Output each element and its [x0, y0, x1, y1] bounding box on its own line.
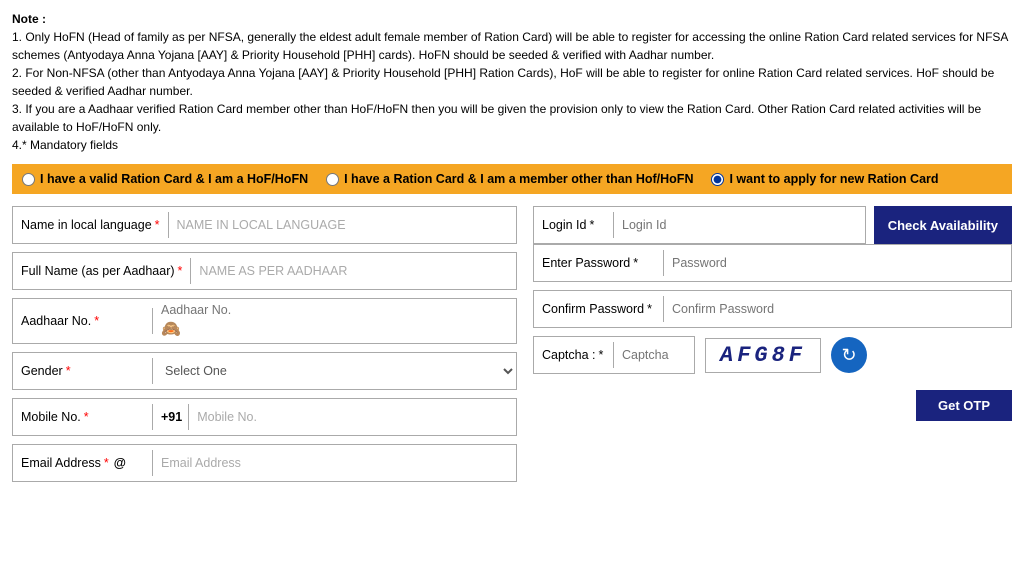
aadhaar-input[interactable]: [161, 303, 508, 317]
refresh-icon: ↻: [841, 345, 856, 366]
captcha-required: *: [599, 348, 604, 362]
password-row-wrapper: Enter Password *: [533, 244, 1012, 282]
captcha-input[interactable]: [614, 342, 694, 368]
gender-row: Gender * Select One Male Female Transgen…: [12, 352, 517, 390]
full-name-row: Full Name (as per Aadhaar) *: [12, 252, 517, 290]
password-input[interactable]: [664, 250, 1011, 276]
confirm-password-label: Confirm Password *: [534, 296, 664, 322]
confirm-password-required: *: [647, 302, 652, 316]
radio-input-3[interactable]: [711, 173, 724, 186]
confirm-password-row: Confirm Password *: [533, 290, 1012, 328]
at-icon: @: [114, 456, 126, 470]
email-required: *: [104, 456, 109, 470]
password-label: Enter Password *: [534, 250, 664, 276]
radio-input-1[interactable]: [22, 173, 35, 186]
note-point-4: 4.* Mandatory fields: [12, 138, 118, 152]
radio-option-2[interactable]: I have a Ration Card & I am a member oth…: [326, 172, 693, 186]
password-row: Enter Password *: [533, 244, 1012, 282]
note-title: Note :: [12, 12, 46, 26]
right-column: Login Id * Check Availability Enter Pass…: [533, 206, 1012, 490]
full-name-label: Full Name (as per Aadhaar) *: [13, 258, 191, 284]
radio-option-3[interactable]: I want to apply for new Ration Card: [711, 172, 938, 186]
captcha-label: Captcha : *: [534, 342, 614, 368]
name-local-input[interactable]: [169, 212, 516, 238]
login-required: *: [589, 218, 594, 232]
form-area: Name in local language * Full Name (as p…: [12, 206, 1012, 490]
login-label: Login Id *: [534, 212, 614, 238]
check-availability-button[interactable]: Check Availability: [874, 206, 1012, 244]
gender-required: *: [66, 364, 71, 378]
confirm-password-row-wrapper: Confirm Password *: [533, 290, 1012, 328]
full-name-input[interactable]: [191, 258, 516, 284]
aadhaar-required: *: [94, 314, 99, 328]
radio-input-2[interactable]: [326, 173, 339, 186]
name-local-label: Name in local language *: [13, 212, 169, 238]
note-section: Note : 1. Only HoFN (Head of family as p…: [12, 10, 1012, 154]
captcha-input-box: Captcha : *: [533, 336, 695, 374]
login-row: Login Id * Check Availability: [533, 206, 1012, 244]
radio-label-2: I have a Ration Card & I am a member oth…: [344, 172, 693, 186]
captcha-image: AFG8F: [705, 338, 821, 373]
eye-icon[interactable]: 🙈: [161, 319, 508, 339]
radio-option-1[interactable]: I have a valid Ration Card & I am a HoF/…: [22, 172, 308, 186]
gender-label: Gender *: [13, 358, 153, 384]
email-input[interactable]: [153, 450, 516, 476]
radio-bar: I have a valid Ration Card & I am a HoF/…: [12, 164, 1012, 194]
gender-select[interactable]: Select One Male Female Transgender: [153, 357, 516, 385]
password-required: *: [633, 256, 638, 270]
mobile-prefix: +91: [153, 404, 189, 430]
mobile-input[interactable]: [189, 404, 516, 430]
login-box: Login Id *: [533, 206, 866, 244]
email-label: Email Address * @: [13, 450, 153, 476]
radio-label-1: I have a valid Ration Card & I am a HoF/…: [40, 172, 308, 186]
radio-label-3: I want to apply for new Ration Card: [729, 172, 938, 186]
note-point-1: 1. Only HoFN (Head of family as per NFSA…: [12, 30, 1008, 62]
name-local-row: Name in local language *: [12, 206, 517, 244]
name-local-required: *: [155, 218, 160, 232]
left-column: Name in local language * Full Name (as p…: [12, 206, 517, 490]
get-otp-button[interactable]: Get OTP: [916, 390, 1012, 421]
page-wrapper: Note : 1. Only HoFN (Head of family as p…: [0, 0, 1024, 500]
refresh-captcha-button[interactable]: ↻: [831, 337, 867, 373]
note-point-2: 2. For Non-NFSA (other than Antyodaya An…: [12, 66, 994, 98]
login-input[interactable]: [614, 212, 865, 238]
confirm-password-input[interactable]: [664, 296, 1011, 322]
aadhaar-row: Aadhaar No. * 🙈: [12, 298, 517, 344]
email-row: Email Address * @: [12, 444, 517, 482]
mobile-row: Mobile No. * +91: [12, 398, 517, 436]
mobile-required: *: [84, 410, 89, 424]
aadhaar-label: Aadhaar No. *: [13, 308, 153, 334]
note-point-3: 3. If you are a Aadhaar verified Ration …: [12, 102, 981, 134]
aadhaar-wrapper: 🙈: [153, 299, 516, 343]
captcha-row: Captcha : * AFG8F ↻: [533, 336, 1012, 374]
mobile-label: Mobile No. *: [13, 404, 153, 430]
get-otp-row: Get OTP: [533, 390, 1012, 421]
full-name-required: *: [178, 264, 183, 278]
